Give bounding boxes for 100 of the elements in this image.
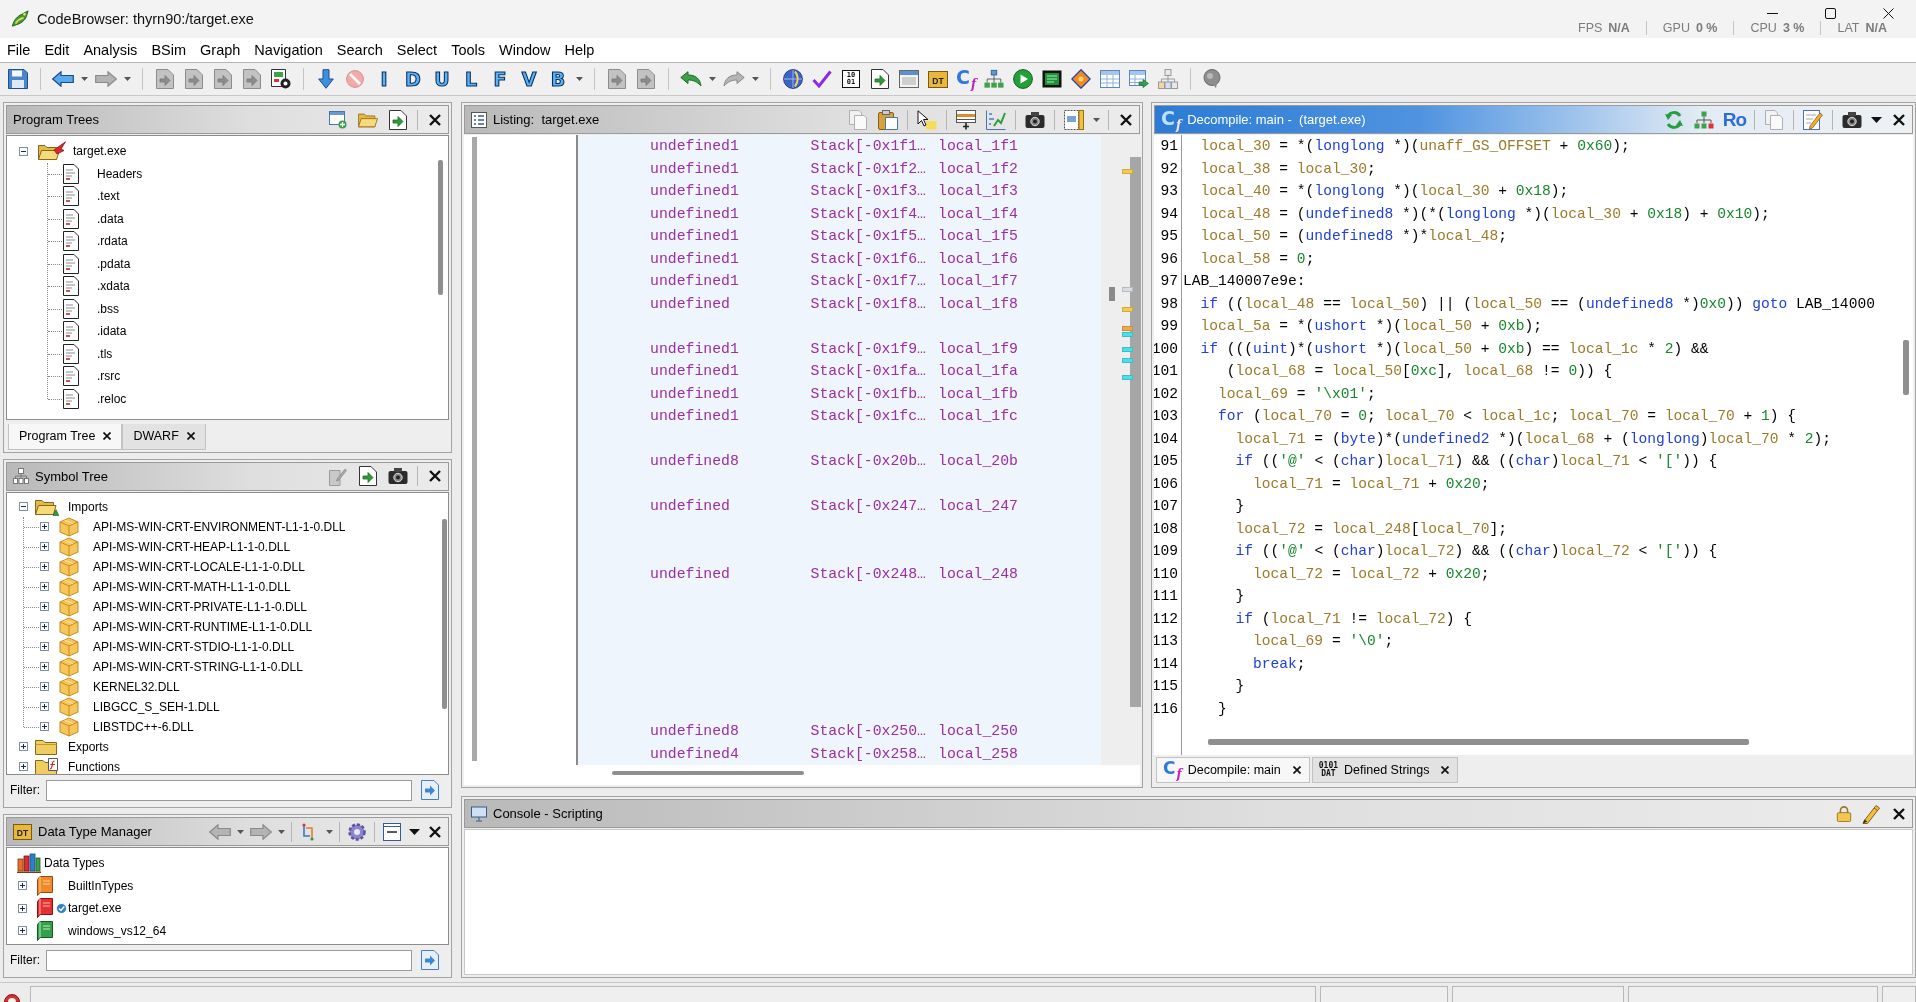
refresh-icon[interactable] (1663, 109, 1684, 130)
hierarchy-icon[interactable] (984, 69, 1005, 89)
window-icon[interactable] (899, 69, 919, 89)
expand-icon[interactable] (40, 602, 49, 612)
tree-item[interactable]: Imports (68, 499, 108, 514)
caret-icon[interactable] (576, 77, 583, 81)
close-icon[interactable] (103, 432, 112, 441)
redo-icon[interactable] (723, 71, 745, 87)
tree-item[interactable]: BuiltInTypes (68, 878, 134, 893)
edit-icon[interactable] (1803, 109, 1823, 130)
page-arrow-icon[interactable] (389, 109, 407, 130)
marker-icon[interactable] (1122, 169, 1133, 174)
marker-icon[interactable] (1122, 307, 1133, 312)
page-arrow-icon[interactable] (359, 466, 377, 487)
text-tool-button[interactable]: Ro (1722, 108, 1746, 131)
filter-field[interactable] (46, 779, 412, 801)
close-icon[interactable] (1893, 113, 1905, 126)
right-arrow-icon[interactable] (95, 71, 117, 87)
close-icon[interactable] (429, 470, 441, 483)
maximize-icon[interactable] (1825, 7, 1836, 19)
marker-icon[interactable] (1122, 358, 1133, 363)
tree-item[interactable]: .tls (97, 346, 113, 361)
scrollbar-thumb[interactable] (442, 518, 447, 709)
caret-icon[interactable] (124, 77, 131, 81)
tree-item[interactable]: API-MS-WIN-CRT-HEAP-L1-1-0.DLL (93, 539, 291, 554)
check-icon[interactable] (812, 69, 832, 89)
tree-item[interactable]: target.exe (68, 901, 122, 916)
scrollbar-thumb[interactable] (1903, 340, 1909, 395)
tree-item[interactable]: .rdata (97, 234, 128, 249)
data-type-tool-button[interactable]: DT (928, 70, 948, 88)
play-icon[interactable] (1013, 69, 1034, 89)
scrollbar-thumb[interactable] (438, 160, 443, 295)
expand-icon[interactable] (19, 742, 28, 752)
clipboard-icon[interactable] (878, 109, 898, 130)
chart-icon[interactable] (986, 109, 1006, 130)
bubble-icon[interactable] (1203, 69, 1224, 89)
tree-item[interactable]: Headers (97, 166, 143, 181)
tree-item[interactable]: .rsrc (97, 369, 121, 384)
close-icon[interactable] (1120, 113, 1132, 126)
expand-icon[interactable] (40, 542, 49, 552)
expand-icon[interactable] (18, 881, 27, 891)
tree-item[interactable]: API-MS-WIN-CRT-PRIVATE-L1-1-0.DLL (93, 599, 308, 614)
scrollbar-thumb[interactable] (1208, 739, 1749, 745)
tree-item[interactable]: LIBGCC_S_SEH-1.DLL (93, 699, 220, 714)
tree-item[interactable]: .data (97, 211, 124, 226)
right-arrow-icon[interactable] (250, 823, 272, 840)
collapse-icon[interactable] (19, 146, 28, 156)
tree-item[interactable]: Functions (68, 759, 121, 774)
new-window-icon[interactable] (329, 109, 347, 130)
expand-icon[interactable] (18, 926, 27, 936)
expand-icon[interactable] (18, 903, 27, 913)
expand-icon[interactable] (19, 762, 28, 772)
menu-item[interactable]: Graph (193, 40, 248, 60)
diamond-icon[interactable] (1071, 69, 1092, 89)
minimize-icon[interactable] (1767, 12, 1778, 14)
tree-item[interactable]: KERNEL32.DLL (93, 679, 180, 694)
collapse-icon[interactable] (383, 821, 401, 842)
tree-item[interactable]: API-MS-WIN-CRT-ENVIRONMENT-L1-1-0.DLL (93, 519, 346, 534)
menu-item[interactable]: Edit (37, 40, 77, 60)
globe-icon[interactable] (783, 69, 803, 89)
close-icon[interactable] (1292, 766, 1301, 774)
undo-icon[interactable] (680, 71, 702, 87)
menu-item[interactable]: File (0, 40, 38, 60)
panel-icon[interactable] (1064, 109, 1084, 130)
marker-icon[interactable] (1122, 375, 1133, 380)
camera-icon[interactable] (1025, 109, 1045, 130)
caret-icon[interactable] (81, 77, 88, 81)
tab[interactable]: Program Tree (8, 423, 123, 450)
lock-icon[interactable] (1836, 805, 1852, 822)
close-icon[interactable] (429, 113, 441, 126)
expand-icon[interactable] (40, 722, 49, 732)
close-icon[interactable] (429, 825, 441, 838)
tree-item[interactable]: .reloc (97, 391, 127, 406)
expand-icon[interactable] (40, 582, 49, 592)
tree-item[interactable]: Exports (68, 739, 109, 754)
tree-item[interactable]: LIBSTDC++-6.DLL (93, 719, 194, 734)
caret-icon[interactable] (409, 828, 420, 835)
page-arrow-icon[interactable] (871, 69, 889, 89)
tree-item[interactable]: Data Types (44, 856, 105, 871)
table-icon[interactable] (1100, 69, 1121, 89)
menu-item[interactable]: BSim (144, 40, 194, 60)
camera-icon[interactable] (1842, 109, 1862, 130)
pencil-icon[interactable] (1862, 803, 1880, 824)
caret-icon[interactable] (1871, 116, 1882, 123)
expand-icon[interactable] (40, 522, 49, 532)
marker-icon[interactable] (1122, 347, 1133, 352)
down-arrow-icon[interactable] (318, 69, 334, 89)
insert-row-icon[interactable] (956, 109, 976, 130)
menu-item[interactable]: Help (557, 40, 602, 60)
tree-item[interactable]: .pdata (97, 256, 131, 271)
expand-icon[interactable] (40, 622, 49, 632)
close-icon[interactable] (1893, 807, 1905, 820)
expand-icon[interactable] (40, 662, 49, 672)
expand-icon[interactable] (40, 702, 49, 712)
tree-item[interactable]: API-MS-WIN-CRT-STRING-L1-1-0.DLL (93, 659, 303, 674)
tree-item[interactable]: windows_vs12_64 (68, 923, 167, 938)
menu-item[interactable]: Analysis (76, 40, 145, 60)
left-arrow-icon[interactable] (52, 71, 74, 87)
close-icon[interactable] (1883, 7, 1894, 19)
marker-icon[interactable] (1122, 326, 1133, 331)
